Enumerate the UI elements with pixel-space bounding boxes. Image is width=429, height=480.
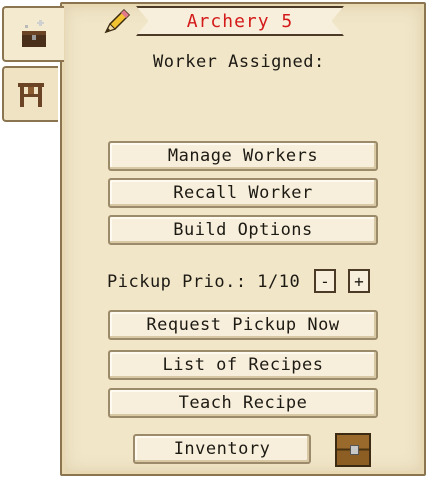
pickup-priority-label: Pickup Prio.: 1/10 (107, 272, 301, 292)
building-title[interactable]: Archery 5 (136, 6, 344, 36)
build-options-button[interactable]: Build Options (108, 215, 378, 245)
list-of-recipes-button[interactable]: List of Recipes (108, 350, 378, 380)
pencil-icon[interactable] (102, 6, 132, 36)
priority-decrease-button[interactable]: - (314, 269, 336, 293)
chest-building-icon (22, 20, 46, 47)
teach-recipe-button[interactable]: Teach Recipe (108, 388, 378, 418)
worker-assigned-label: Worker Assigned: (153, 52, 325, 72)
workbench-icon (18, 83, 44, 107)
building-title-text: Archery 5 (186, 10, 294, 32)
inventory-button[interactable]: Inventory (133, 434, 311, 464)
request-pickup-button[interactable]: Request Pickup Now (108, 310, 378, 340)
tab-hut-info[interactable] (2, 6, 64, 62)
manage-workers-button[interactable]: Manage Workers (108, 141, 378, 171)
recall-worker-button[interactable]: Recall Worker (108, 178, 378, 208)
chest-latch (350, 445, 359, 455)
tab-recipes[interactable] (2, 66, 58, 122)
priority-increase-button[interactable]: + (348, 269, 370, 293)
chest-icon[interactable] (335, 433, 371, 467)
